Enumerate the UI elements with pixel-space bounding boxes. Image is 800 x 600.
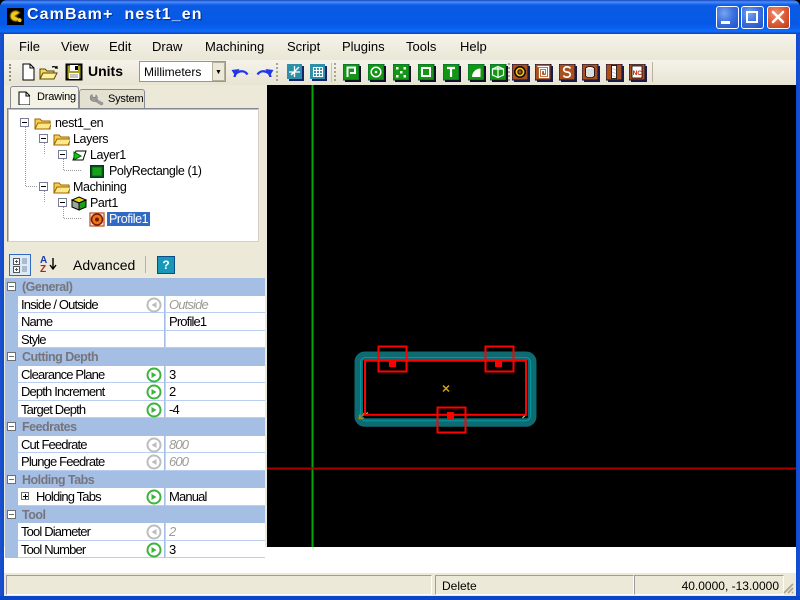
svg-text:NC: NC <box>633 70 643 77</box>
